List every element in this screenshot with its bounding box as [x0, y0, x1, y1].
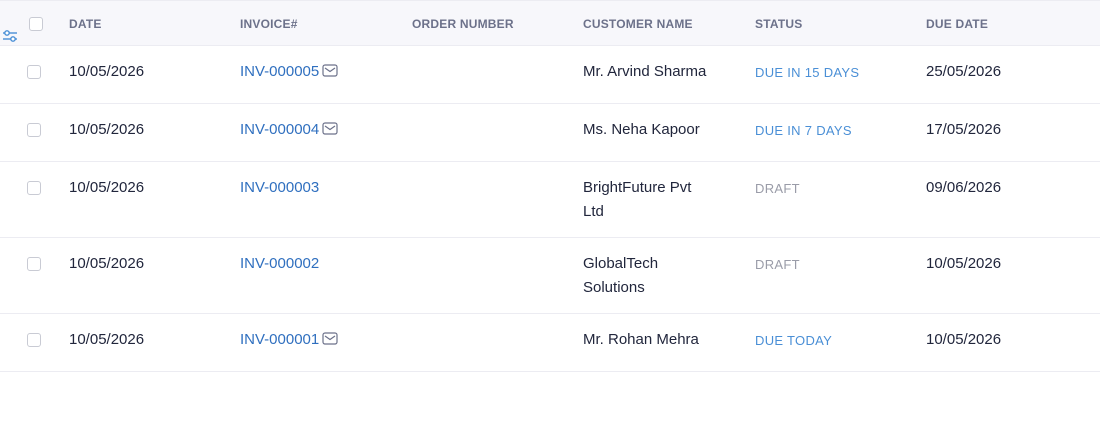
table-row[interactable]: 10/05/2026 INV-000003 BrightFuture Pvt L…	[0, 162, 1100, 238]
row-due-date: 10/05/2026	[926, 255, 1002, 272]
row-customer-name: Mr. Rohan Mehra	[583, 331, 699, 348]
row-invoice-link[interactable]: INV-000002	[240, 252, 319, 276]
header-customer-name[interactable]: CUSTOMER NAME	[583, 1, 693, 47]
row-invoice-link[interactable]: INV-000003	[240, 176, 319, 200]
table-row[interactable]: 10/05/2026 INV-000002 GlobalTech Solutio…	[0, 238, 1100, 314]
status-badge: DUE TODAY	[755, 333, 833, 348]
row-date: 10/05/2026	[69, 179, 145, 196]
row-checkbox[interactable]	[27, 333, 41, 347]
invoice-number[interactable]: INV-000003	[240, 176, 319, 200]
status-badge: DRAFT	[755, 181, 800, 196]
envelope-icon	[322, 121, 338, 135]
table-header: DATE INVOICE# ORDER NUMBER CUSTOMER NAME…	[0, 0, 1100, 46]
row-customer-name: Mr. Arvind Sharma	[583, 63, 707, 80]
invoice-number[interactable]: INV-000001	[240, 328, 319, 352]
row-due-date: 10/05/2026	[926, 331, 1002, 348]
table-row[interactable]: 10/05/2026 INV-000001 Mr. Rohan Mehra DU…	[0, 314, 1100, 372]
row-due-date: 09/06/2026	[926, 179, 1002, 196]
header-status[interactable]: STATUS	[755, 1, 802, 47]
row-customer-name: GlobalTech Solutions	[583, 255, 659, 296]
row-invoice-link[interactable]: INV-000001	[240, 328, 338, 352]
table-row[interactable]: 10/05/2026 INV-000004 Ms. Neha Kapoor DU…	[0, 104, 1100, 162]
header-date[interactable]: DATE	[69, 1, 102, 47]
envelope-icon	[322, 63, 338, 77]
row-date: 10/05/2026	[69, 331, 145, 348]
row-checkbox[interactable]	[27, 257, 41, 271]
table-row[interactable]: 10/05/2026 INV-000005 Mr. Arvind Sharma …	[0, 46, 1100, 104]
row-date: 10/05/2026	[69, 63, 145, 80]
row-invoice-link[interactable]: INV-000005	[240, 60, 338, 84]
invoice-number[interactable]: INV-000005	[240, 60, 319, 84]
row-date: 10/05/2026	[69, 121, 145, 138]
header-invoice[interactable]: INVOICE#	[240, 1, 298, 47]
row-due-date: 25/05/2026	[926, 63, 1002, 80]
select-all-checkbox[interactable]	[29, 17, 43, 31]
row-date: 10/05/2026	[69, 255, 145, 272]
invoice-number[interactable]: INV-000004	[240, 118, 319, 142]
row-checkbox[interactable]	[27, 65, 41, 79]
status-badge: DRAFT	[755, 257, 800, 272]
column-filter-icon[interactable]	[2, 17, 18, 42]
envelope-icon	[322, 331, 338, 345]
row-checkbox[interactable]	[27, 181, 41, 195]
row-checkbox[interactable]	[27, 123, 41, 137]
row-customer-name: BrightFuture Pvt Ltd	[583, 179, 692, 220]
invoice-number[interactable]: INV-000002	[240, 252, 319, 276]
header-due-date[interactable]: DUE DATE	[926, 1, 988, 47]
status-badge: DUE IN 15 DAYS	[755, 65, 860, 80]
row-invoice-link[interactable]: INV-000004	[240, 118, 338, 142]
row-due-date: 17/05/2026	[926, 121, 1002, 138]
status-badge: DUE IN 7 DAYS	[755, 123, 852, 138]
row-customer-name: Ms. Neha Kapoor	[583, 121, 700, 138]
header-order-number[interactable]: ORDER NUMBER	[412, 1, 514, 47]
invoices-table: DATE INVOICE# ORDER NUMBER CUSTOMER NAME…	[0, 0, 1100, 446]
